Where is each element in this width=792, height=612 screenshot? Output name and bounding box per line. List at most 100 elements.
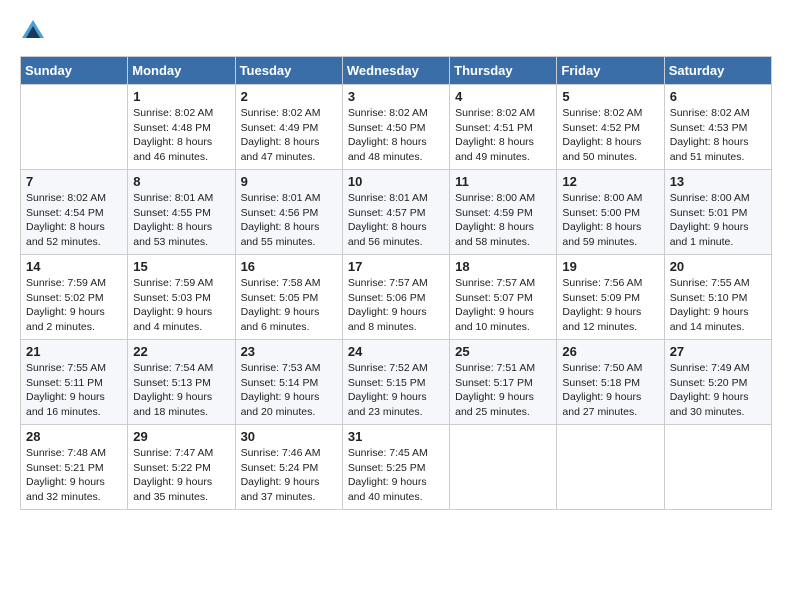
- weekday-header-saturday: Saturday: [664, 57, 771, 85]
- day-number: 30: [241, 429, 337, 444]
- day-info: Sunrise: 8:00 AMSunset: 4:59 PMDaylight:…: [455, 191, 551, 250]
- day-info: Sunrise: 8:02 AMSunset: 4:51 PMDaylight:…: [455, 106, 551, 165]
- day-number: 25: [455, 344, 551, 359]
- calendar-cell: 31 Sunrise: 7:45 AMSunset: 5:25 PMDayligh…: [342, 425, 449, 510]
- day-info: Sunrise: 8:02 AMSunset: 4:54 PMDaylight:…: [26, 191, 122, 250]
- day-info: Sunrise: 7:57 AMSunset: 5:07 PMDaylight:…: [455, 276, 551, 335]
- day-number: 15: [133, 259, 229, 274]
- day-number: 17: [348, 259, 444, 274]
- day-number: 11: [455, 174, 551, 189]
- day-info: Sunrise: 7:47 AMSunset: 5:22 PMDaylight:…: [133, 446, 229, 505]
- day-info: Sunrise: 7:59 AMSunset: 5:03 PMDaylight:…: [133, 276, 229, 335]
- day-number: 21: [26, 344, 122, 359]
- day-number: 19: [562, 259, 658, 274]
- week-row-2: 7 Sunrise: 8:02 AMSunset: 4:54 PMDaylight…: [21, 170, 772, 255]
- weekday-header-wednesday: Wednesday: [342, 57, 449, 85]
- day-info: Sunrise: 7:51 AMSunset: 5:17 PMDaylight:…: [455, 361, 551, 420]
- calendar-cell: 10 Sunrise: 8:01 AMSunset: 4:57 PMDayligh…: [342, 170, 449, 255]
- week-row-4: 21Sunrise: 7:55 AMSunset: 5:11 PMDayligh…: [21, 340, 772, 425]
- day-number: 26: [562, 344, 658, 359]
- day-number: 31: [348, 429, 444, 444]
- calendar-cell: 18 Sunrise: 7:57 AMSunset: 5:07 PMDayligh…: [450, 255, 557, 340]
- day-info: Sunrise: 7:49 AMSunset: 5:20 PMDaylight:…: [670, 361, 766, 420]
- calendar-cell: 26 Sunrise: 7:50 AMSunset: 5:18 PMDayligh…: [557, 340, 664, 425]
- logo: [20, 20, 44, 40]
- day-info: Sunrise: 7:56 AMSunset: 5:09 PMDaylight:…: [562, 276, 658, 335]
- day-info: Sunrise: 7:57 AMSunset: 5:06 PMDaylight:…: [348, 276, 444, 335]
- calendar-cell: 24 Sunrise: 7:52 AMSunset: 5:15 PMDayligh…: [342, 340, 449, 425]
- calendar-cell: 11 Sunrise: 8:00 AMSunset: 4:59 PMDayligh…: [450, 170, 557, 255]
- day-info: Sunrise: 7:55 AMSunset: 5:10 PMDaylight:…: [670, 276, 766, 335]
- day-info: Sunrise: 7:45 AMSunset: 5:25 PMDaylight:…: [348, 446, 444, 505]
- weekday-header-row: SundayMondayTuesdayWednesdayThursdayFrid…: [21, 57, 772, 85]
- day-info: Sunrise: 8:00 AMSunset: 5:01 PMDaylight:…: [670, 191, 766, 250]
- day-number: 9: [241, 174, 337, 189]
- calendar-cell: 27Sunrise: 7:49 AMSunset: 5:20 PMDayligh…: [664, 340, 771, 425]
- day-number: 1: [133, 89, 229, 104]
- day-info: Sunrise: 8:00 AMSunset: 5:00 PMDaylight:…: [562, 191, 658, 250]
- day-number: 16: [241, 259, 337, 274]
- day-number: 13: [670, 174, 766, 189]
- day-info: Sunrise: 8:01 AMSunset: 4:55 PMDaylight:…: [133, 191, 229, 250]
- calendar-cell: 23 Sunrise: 7:53 AMSunset: 5:14 PMDayligh…: [235, 340, 342, 425]
- calendar-cell: 6Sunrise: 8:02 AMSunset: 4:53 PMDaylight…: [664, 85, 771, 170]
- calendar-cell: 7 Sunrise: 8:02 AMSunset: 4:54 PMDaylight…: [21, 170, 128, 255]
- calendar-cell: 22 Sunrise: 7:54 AMSunset: 5:13 PMDayligh…: [128, 340, 235, 425]
- calendar-cell: 3Sunrise: 8:02 AMSunset: 4:50 PMDaylight…: [342, 85, 449, 170]
- day-number: 7: [26, 174, 122, 189]
- calendar-cell: 4 Sunrise: 8:02 AMSunset: 4:51 PMDaylight…: [450, 85, 557, 170]
- calendar-cell: [664, 425, 771, 510]
- weekday-header-monday: Monday: [128, 57, 235, 85]
- calendar-cell: 5Sunrise: 8:02 AMSunset: 4:52 PMDaylight…: [557, 85, 664, 170]
- day-number: 4: [455, 89, 551, 104]
- day-number: 24: [348, 344, 444, 359]
- day-number: 5: [562, 89, 658, 104]
- day-info: Sunrise: 7:46 AMSunset: 5:24 PMDaylight:…: [241, 446, 337, 505]
- logo-icon: [22, 20, 44, 38]
- calendar-cell: 16 Sunrise: 7:58 AMSunset: 5:05 PMDayligh…: [235, 255, 342, 340]
- day-number: 2: [241, 89, 337, 104]
- week-row-3: 14Sunrise: 7:59 AMSunset: 5:02 PMDayligh…: [21, 255, 772, 340]
- day-number: 29: [133, 429, 229, 444]
- calendar-cell: 25 Sunrise: 7:51 AMSunset: 5:17 PMDayligh…: [450, 340, 557, 425]
- day-number: 28: [26, 429, 122, 444]
- calendar-cell: 2 Sunrise: 8:02 AMSunset: 4:49 PMDaylight…: [235, 85, 342, 170]
- day-info: Sunrise: 7:54 AMSunset: 5:13 PMDaylight:…: [133, 361, 229, 420]
- day-info: Sunrise: 8:02 AMSunset: 4:53 PMDaylight:…: [670, 106, 766, 165]
- calendar-cell: 13 Sunrise: 8:00 AMSunset: 5:01 PMDayligh…: [664, 170, 771, 255]
- day-number: 22: [133, 344, 229, 359]
- day-info: Sunrise: 8:02 AMSunset: 4:49 PMDaylight:…: [241, 106, 337, 165]
- calendar-cell: 8 Sunrise: 8:01 AMSunset: 4:55 PMDaylight…: [128, 170, 235, 255]
- calendar-cell: 17 Sunrise: 7:57 AMSunset: 5:06 PMDayligh…: [342, 255, 449, 340]
- calendar-cell: 9Sunrise: 8:01 AMSunset: 4:56 PMDaylight…: [235, 170, 342, 255]
- week-row-5: 28 Sunrise: 7:48 AMSunset: 5:21 PMDayligh…: [21, 425, 772, 510]
- calendar-cell: 20Sunrise: 7:55 AMSunset: 5:10 PMDayligh…: [664, 255, 771, 340]
- day-number: 12: [562, 174, 658, 189]
- weekday-header-tuesday: Tuesday: [235, 57, 342, 85]
- day-number: 23: [241, 344, 337, 359]
- day-number: 14: [26, 259, 122, 274]
- calendar-cell: 21Sunrise: 7:55 AMSunset: 5:11 PMDayligh…: [21, 340, 128, 425]
- day-info: Sunrise: 7:58 AMSunset: 5:05 PMDaylight:…: [241, 276, 337, 335]
- day-info: Sunrise: 7:53 AMSunset: 5:14 PMDaylight:…: [241, 361, 337, 420]
- calendar-cell: 15 Sunrise: 7:59 AMSunset: 5:03 PMDayligh…: [128, 255, 235, 340]
- day-info: Sunrise: 7:48 AMSunset: 5:21 PMDaylight:…: [26, 446, 122, 505]
- calendar-cell: [557, 425, 664, 510]
- day-info: Sunrise: 7:50 AMSunset: 5:18 PMDaylight:…: [562, 361, 658, 420]
- calendar-cell: 29 Sunrise: 7:47 AMSunset: 5:22 PMDayligh…: [128, 425, 235, 510]
- week-row-1: 1 Sunrise: 8:02 AMSunset: 4:48 PMDaylight…: [21, 85, 772, 170]
- day-info: Sunrise: 8:02 AMSunset: 4:48 PMDaylight:…: [133, 106, 229, 165]
- day-number: 18: [455, 259, 551, 274]
- day-info: Sunrise: 8:01 AMSunset: 4:57 PMDaylight:…: [348, 191, 444, 250]
- calendar-table: SundayMondayTuesdayWednesdayThursdayFrid…: [20, 56, 772, 510]
- weekday-header-thursday: Thursday: [450, 57, 557, 85]
- calendar-cell: 1 Sunrise: 8:02 AMSunset: 4:48 PMDaylight…: [128, 85, 235, 170]
- day-info: Sunrise: 7:52 AMSunset: 5:15 PMDaylight:…: [348, 361, 444, 420]
- day-number: 10: [348, 174, 444, 189]
- calendar-cell: 30 Sunrise: 7:46 AMSunset: 5:24 PMDayligh…: [235, 425, 342, 510]
- calendar-cell: 14Sunrise: 7:59 AMSunset: 5:02 PMDayligh…: [21, 255, 128, 340]
- day-number: 8: [133, 174, 229, 189]
- weekday-header-friday: Friday: [557, 57, 664, 85]
- weekday-header-sunday: Sunday: [21, 57, 128, 85]
- calendar-cell: 28 Sunrise: 7:48 AMSunset: 5:21 PMDayligh…: [21, 425, 128, 510]
